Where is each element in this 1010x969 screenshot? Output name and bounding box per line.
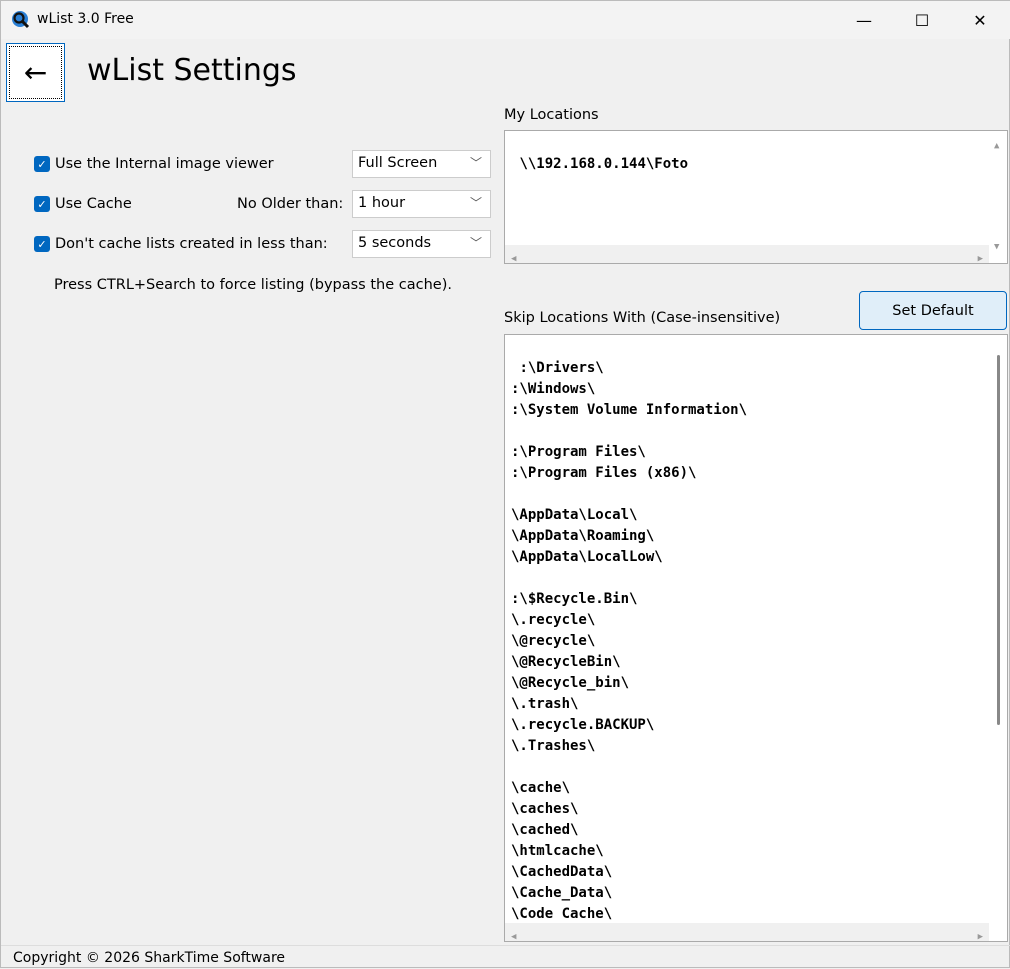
title-bar: wList 3.0 Free — ☐ ✕ bbox=[1, 1, 1010, 39]
scroll-right-arrow-icon[interactable]: ▶ bbox=[978, 249, 983, 264]
scroll-left-arrow-icon[interactable]: ◀ bbox=[511, 249, 516, 264]
chevron-down-icon: ﹀ bbox=[470, 234, 482, 251]
window-title: wList 3.0 Free bbox=[37, 11, 134, 27]
checkmark-icon: ✓ bbox=[34, 156, 50, 172]
min-age-label: Don't cache lists created in less than: bbox=[55, 236, 328, 252]
cache-bypass-note: Press CTRL+Search to force listing (bypa… bbox=[54, 277, 452, 293]
scroll-up-arrow-icon[interactable]: ▲ bbox=[994, 136, 999, 157]
min-age-select[interactable]: 5 seconds ﹀ bbox=[352, 230, 491, 258]
checkmark-icon: ✓ bbox=[34, 236, 50, 252]
app-search-icon bbox=[11, 10, 31, 30]
cache-age-select[interactable]: 1 hour ﹀ bbox=[352, 190, 491, 218]
my-locations-text: \\192.168.0.144\Foto bbox=[519, 156, 688, 172]
use-cache-checkbox[interactable]: ✓ Use Cache bbox=[34, 196, 132, 212]
scroll-down-arrow-icon[interactable]: ▼ bbox=[994, 237, 999, 258]
close-button[interactable]: ✕ bbox=[951, 1, 1009, 39]
use-cache-label: Use Cache bbox=[55, 196, 132, 212]
horizontal-scrollbar[interactable]: ◀▶ bbox=[505, 923, 989, 941]
scroll-left-arrow-icon[interactable]: ◀ bbox=[511, 927, 516, 942]
chevron-down-icon: ﹀ bbox=[470, 154, 482, 171]
skip-locations-textarea[interactable]: :\Drivers\ :\Windows\ :\System Volume In… bbox=[504, 334, 1008, 942]
checkmark-icon: ✓ bbox=[34, 196, 50, 212]
my-locations-textarea[interactable]: \\192.168.0.144\Foto ▲▼ ◀▶ bbox=[504, 130, 1008, 264]
viewer-mode-select[interactable]: Full Screen ﹀ bbox=[352, 150, 491, 178]
skip-locations-text: :\Drivers\ :\Windows\ :\System Volume In… bbox=[511, 360, 747, 942]
viewer-mode-value: Full Screen bbox=[358, 155, 437, 171]
page-title: wList Settings bbox=[87, 53, 297, 88]
my-locations-label: My Locations bbox=[504, 107, 599, 123]
scrollbar-thumb[interactable] bbox=[997, 355, 1000, 725]
vertical-scrollbar[interactable] bbox=[989, 335, 1007, 941]
status-bar: Copyright © 2026 SharkTime Software bbox=[1, 945, 1010, 969]
cache-age-value: 1 hour bbox=[358, 195, 405, 211]
min-age-checkbox[interactable]: ✓ Don't cache lists created in less than: bbox=[34, 236, 328, 252]
skip-locations-label: Skip Locations With (Case-insensitive) bbox=[504, 310, 780, 326]
internal-viewer-checkbox[interactable]: ✓ Use the Internal image viewer bbox=[34, 156, 274, 172]
set-default-button[interactable]: Set Default bbox=[859, 291, 1007, 330]
scroll-right-arrow-icon[interactable]: ▶ bbox=[978, 927, 983, 942]
minimize-button[interactable]: — bbox=[835, 1, 893, 39]
maximize-button[interactable]: ☐ bbox=[893, 1, 951, 39]
no-older-than-label: No Older than: bbox=[237, 196, 343, 212]
copyright-text: Copyright © 2026 SharkTime Software bbox=[13, 950, 285, 966]
vertical-scrollbar[interactable]: ▲▼ bbox=[989, 131, 1007, 263]
horizontal-scrollbar[interactable]: ◀▶ bbox=[505, 245, 989, 263]
chevron-down-icon: ﹀ bbox=[470, 194, 482, 211]
min-age-value: 5 seconds bbox=[358, 235, 431, 251]
back-button[interactable]: ← bbox=[6, 43, 65, 102]
internal-viewer-label: Use the Internal image viewer bbox=[55, 156, 274, 172]
arrow-left-icon: ← bbox=[24, 56, 47, 89]
